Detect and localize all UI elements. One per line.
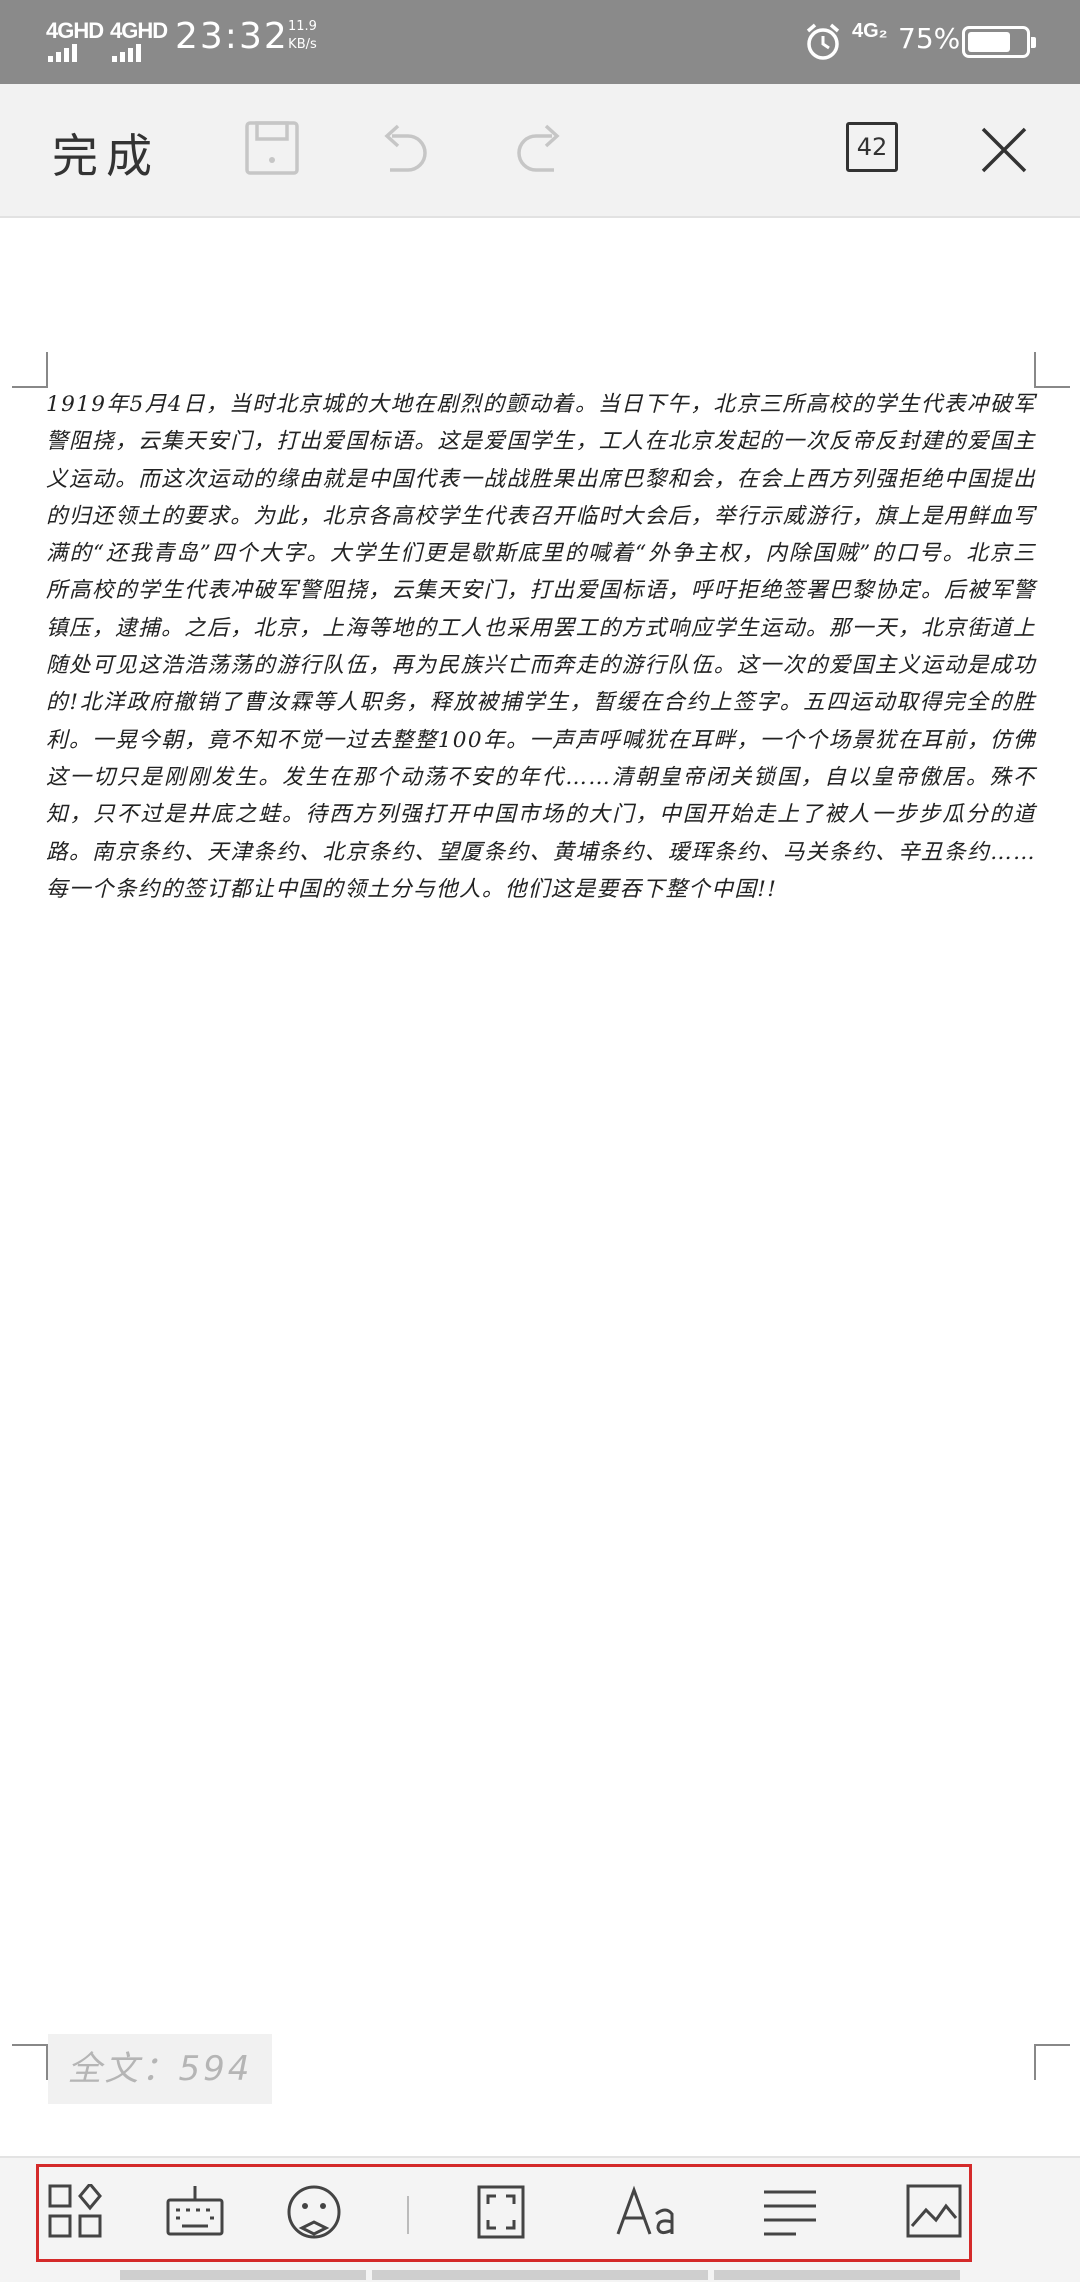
network-speed: 11.9 KB/s	[288, 18, 317, 54]
battery-fill	[968, 32, 1010, 52]
network-type-1: 4GHD	[46, 18, 104, 43]
editor-toolbar: 完成 42	[0, 84, 1080, 218]
done-button[interactable]: 完成	[52, 120, 160, 186]
crop-mark-top-left	[12, 352, 48, 388]
undo-icon[interactable]	[378, 120, 430, 176]
speed-value: 11.9	[288, 19, 317, 34]
document-body[interactable]: 1919年5月4日，当时北京城的大地在剧烈的颤动着。当日下午，北京三所高校的学生…	[46, 386, 1036, 908]
clock: 23:32	[175, 16, 289, 57]
signal-bars-icon	[112, 44, 141, 62]
battery-percent: 75%	[898, 22, 961, 55]
crop-mark-bottom-left	[12, 2044, 48, 2080]
close-icon[interactable]	[980, 126, 1028, 174]
save-icon[interactable]	[244, 120, 300, 176]
word-count-badge: 全文：594	[48, 2034, 272, 2104]
signal-bars-icon	[48, 44, 77, 62]
sim2-indicator: 4G₂	[852, 20, 888, 42]
alarm-icon	[806, 23, 840, 60]
toolbar-highlight-box	[36, 2164, 972, 2262]
count-button[interactable]: 42	[846, 122, 898, 172]
crop-mark-top-right	[1034, 352, 1070, 388]
nav-strip	[120, 2270, 366, 2280]
crop-mark-bottom-right	[1034, 2044, 1070, 2080]
nav-strip	[714, 2270, 960, 2280]
status-bar: 4GHD 4GHD 23:32 11.9 KB/s 4G₂ 75%	[0, 0, 1080, 84]
nav-strip	[372, 2270, 708, 2280]
battery-icon	[962, 26, 1036, 58]
speed-unit: KB/s	[288, 37, 317, 52]
redo-icon[interactable]	[514, 120, 566, 176]
network-type-2: 4GHD	[110, 18, 168, 43]
